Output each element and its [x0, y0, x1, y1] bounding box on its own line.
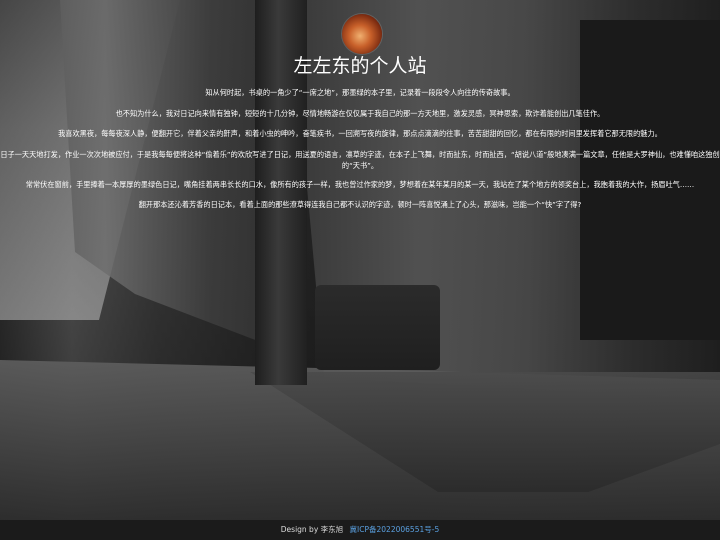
paragraph-2: 也不知为什么，我对日记向来情有独钟，短短的十几分钟，尽情地畅游在仅仅属于我自己的… — [115, 109, 605, 118]
paragraph-6: 翻开那本还沁着芳香的日记本，看着上面的那些潦草得连我自己都不认识的字迹，顿时一阵… — [138, 200, 582, 209]
page: 左左东的个人站 知从何时起，书桌的一角少了“一席之地”，那墨绿的本子里，记录着一… — [0, 0, 720, 540]
background-well — [315, 285, 440, 370]
footer: Design by 李东旭 冀ICP备2022006551号-5 — [0, 520, 720, 540]
icp-link[interactable]: 冀ICP备2022006551号-5 — [350, 525, 440, 534]
avatar — [342, 14, 382, 54]
footer-design-credit: Design by 李东旭 — [280, 525, 344, 534]
paragraph-5: 常常伏在窗前，手里捧着一本厚厚的墨绿色日记，嘴角挂着两串长长的口水，像所有的孩子… — [25, 180, 695, 189]
site-title: 左左东的个人站 — [293, 55, 427, 77]
paragraph-1: 知从何时起，书桌的一角少了“一席之地”，那墨绿的本子里，记录着一段段令人向往的传… — [205, 88, 515, 97]
paragraph-4: 日子一天天地打发，作业一次次地被应付，于是我每每便将这种“偷着乐”的欢欣写进了日… — [0, 150, 720, 170]
paragraph-3: 我喜欢黑夜，每每夜深人静，便翻开它，伴着父亲的鼾声，和着小虫的呻吟，奋笔疾书，一… — [58, 129, 662, 138]
